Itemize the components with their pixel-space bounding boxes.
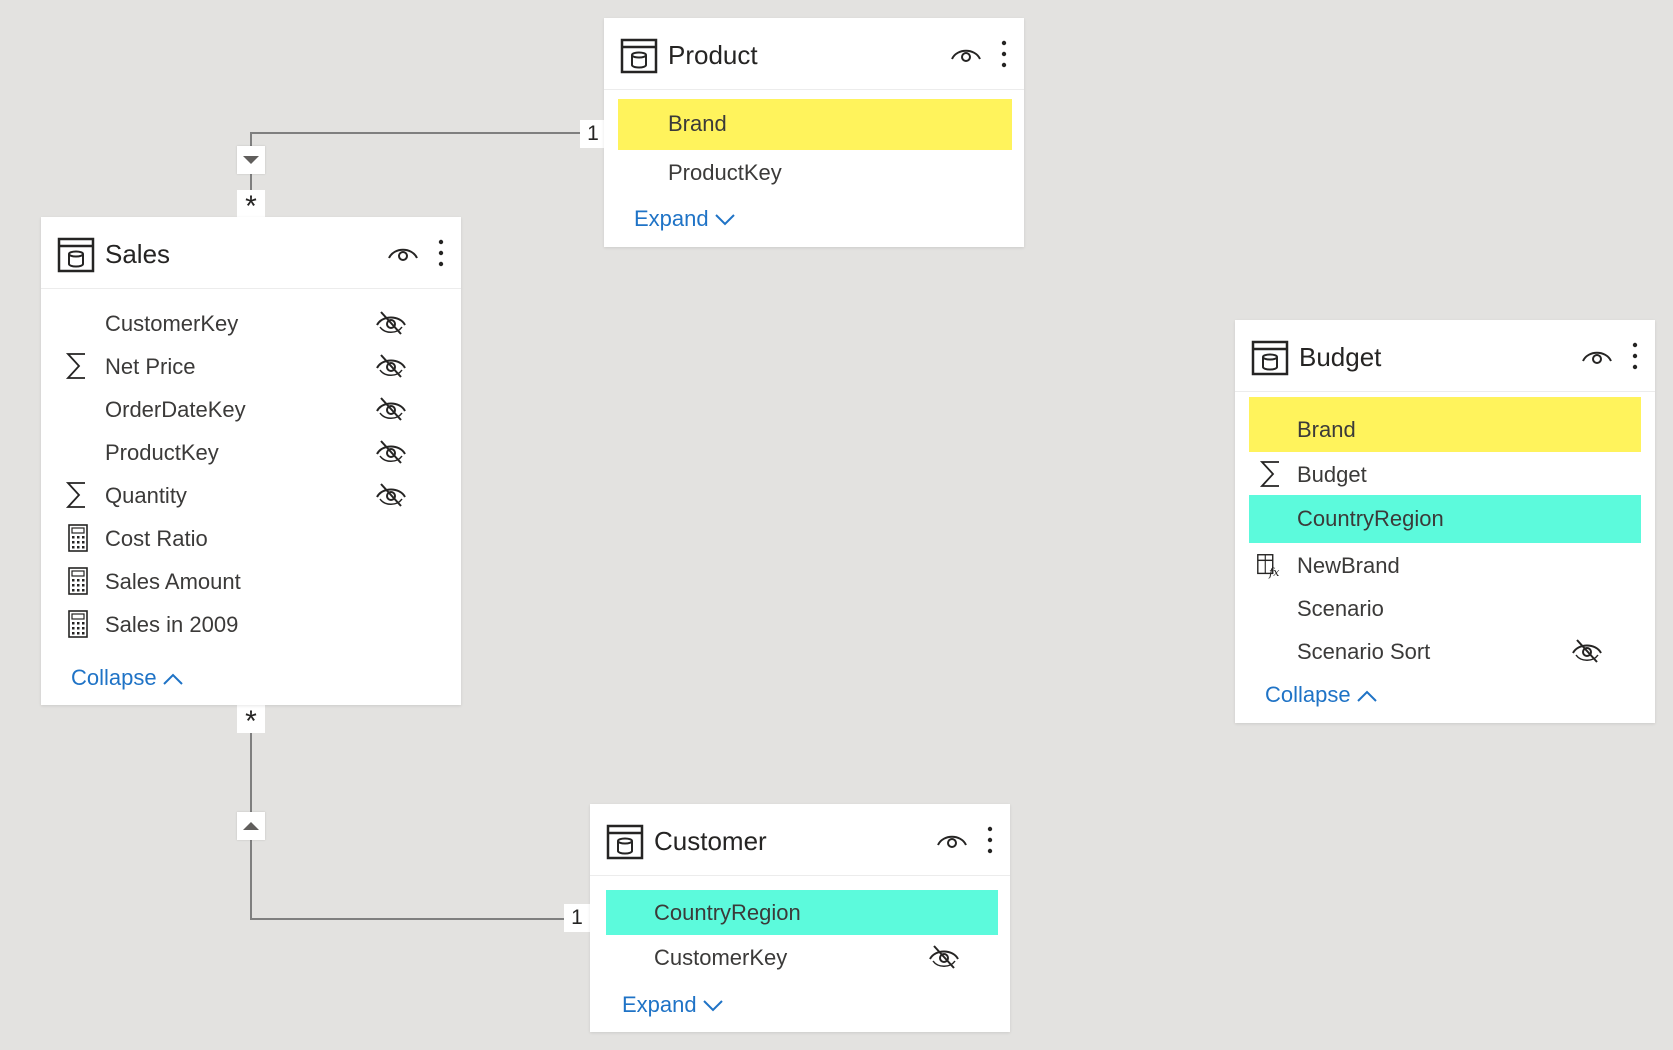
collapse-link[interactable]: Collapse xyxy=(1265,682,1377,708)
field-label: Budget xyxy=(1297,462,1367,487)
sales-table-header[interactable]: Sales xyxy=(41,217,461,289)
field-label: CustomerKey xyxy=(654,945,788,970)
field-label: Quantity xyxy=(105,483,187,508)
visibility-eye-icon[interactable] xyxy=(1581,345,1613,367)
hidden-eye-slash-icon[interactable] xyxy=(375,439,407,465)
field-label: Net Price xyxy=(105,354,196,379)
hidden-eye-slash-icon[interactable] xyxy=(375,310,407,336)
field-row-countryregion[interactable]: CountryRegion xyxy=(606,890,998,935)
budget-table-header[interactable]: Budget xyxy=(1235,320,1655,392)
field-row-countryregion[interactable]: CountryRegion xyxy=(1249,495,1641,543)
expand-link[interactable]: Expand xyxy=(634,206,735,232)
field-row-orderdatekey[interactable]: OrderDateKey xyxy=(55,387,449,430)
collapse-link[interactable]: Collapse xyxy=(71,665,183,691)
customer-table-card[interactable]: Customer CountryRegion CustomerKey Expan… xyxy=(590,804,1010,1032)
filter-direction-up-icon[interactable] xyxy=(237,812,265,840)
hidden-eye-slash-icon[interactable] xyxy=(928,944,960,970)
field-label: Scenario xyxy=(1297,596,1384,621)
product-table-card[interactable]: Product Brand ProductKey Expand xyxy=(604,18,1024,247)
field-label: Sales in 2009 xyxy=(105,612,239,637)
field-label: ProductKey xyxy=(105,440,219,465)
hidden-eye-slash-icon[interactable] xyxy=(1571,638,1603,664)
table-icon xyxy=(1251,340,1289,376)
field-row-customerkey[interactable]: CustomerKey xyxy=(55,301,449,344)
chevron-down-icon xyxy=(702,1000,723,1012)
many-cardinality-marker-customer: * xyxy=(237,705,265,738)
hidden-eye-slash-icon[interactable] xyxy=(375,353,407,379)
field-label: CountryRegion xyxy=(1297,506,1444,531)
visibility-eye-icon[interactable] xyxy=(936,829,968,851)
svg-text:fx: fx xyxy=(1268,566,1280,579)
calculator-icon xyxy=(68,524,88,552)
field-row-net-price[interactable]: Net Price xyxy=(55,344,449,387)
chevron-down-icon xyxy=(714,214,735,226)
field-row-quantity[interactable]: Quantity xyxy=(55,473,449,516)
expand-label: Expand xyxy=(622,992,697,1017)
expand-label: Expand xyxy=(634,206,709,231)
field-row-scenario-sort[interactable]: Scenario Sort xyxy=(1249,629,1641,672)
sales-table-card[interactable]: Sales CustomerKey Net Price OrderDateKey… xyxy=(41,217,461,705)
calculator-icon xyxy=(68,567,88,595)
table-icon xyxy=(620,38,658,74)
sales-customer-relationship-line[interactable] xyxy=(250,706,566,920)
field-row-scenario[interactable]: Scenario xyxy=(1249,586,1641,629)
sales-product-relationship-line[interactable] xyxy=(250,132,580,200)
table-icon xyxy=(606,824,644,860)
field-label: Sales Amount xyxy=(105,569,241,594)
expand-link[interactable]: Expand xyxy=(622,992,723,1018)
field-label: Cost Ratio xyxy=(105,526,208,551)
field-row-budget[interactable]: Budget xyxy=(1249,452,1641,495)
product-table-header[interactable]: Product xyxy=(604,18,1024,90)
field-row-customerkey[interactable]: CustomerKey xyxy=(606,935,998,978)
sigma-icon xyxy=(65,482,85,508)
chevron-up-icon xyxy=(162,673,183,685)
field-row-newbrand[interactable]: fx NewBrand xyxy=(1249,543,1641,586)
table-title: Sales xyxy=(105,239,171,269)
field-row-sales-in-2009[interactable]: Sales in 2009 xyxy=(55,602,449,645)
field-row-productkey[interactable]: ProductKey xyxy=(55,430,449,473)
field-row-brand[interactable]: Brand xyxy=(1249,397,1641,452)
field-label: Scenario Sort xyxy=(1297,639,1431,664)
more-options-icon[interactable] xyxy=(435,237,447,269)
field-label: NewBrand xyxy=(1297,553,1400,578)
one-cardinality-marker-customer: 1 xyxy=(564,904,590,932)
sigma-icon xyxy=(1259,461,1279,487)
field-label: Brand xyxy=(668,111,727,136)
chevron-up-icon xyxy=(1356,690,1377,702)
table-title: Budget xyxy=(1299,342,1382,372)
field-row-sales-amount[interactable]: Sales Amount xyxy=(55,559,449,602)
hidden-eye-slash-icon[interactable] xyxy=(375,482,407,508)
budget-table-card[interactable]: Budget Brand Budget CountryRegion fx New… xyxy=(1235,320,1655,723)
field-row-cost-ratio[interactable]: Cost Ratio xyxy=(55,516,449,559)
hidden-eye-slash-icon[interactable] xyxy=(375,396,407,422)
field-label: CountryRegion xyxy=(654,900,801,925)
more-options-icon[interactable] xyxy=(998,38,1010,70)
more-options-icon[interactable] xyxy=(1629,340,1641,372)
table-icon xyxy=(57,237,95,273)
more-options-icon[interactable] xyxy=(984,824,996,856)
collapse-label: Collapse xyxy=(71,665,157,690)
collapse-label: Collapse xyxy=(1265,682,1351,707)
field-label: OrderDateKey xyxy=(105,397,246,422)
sigma-icon xyxy=(65,353,85,379)
visibility-eye-icon[interactable] xyxy=(387,242,419,264)
filter-direction-down-icon[interactable] xyxy=(237,146,265,174)
visibility-eye-icon[interactable] xyxy=(950,43,982,65)
calculator-icon xyxy=(68,610,88,638)
table-title: Customer xyxy=(654,826,767,856)
table-title: Product xyxy=(668,40,758,70)
calculated-column-icon: fx xyxy=(1257,554,1280,579)
field-label: CustomerKey xyxy=(105,311,239,336)
field-label: ProductKey xyxy=(668,160,782,185)
customer-table-header[interactable]: Customer xyxy=(590,804,1010,876)
field-row-brand[interactable]: Brand xyxy=(618,99,1012,150)
many-cardinality-marker-product: * xyxy=(237,190,265,223)
field-row-productkey[interactable]: ProductKey xyxy=(618,150,1012,194)
field-label: Brand xyxy=(1297,417,1356,442)
one-cardinality-marker-product: 1 xyxy=(580,120,606,148)
